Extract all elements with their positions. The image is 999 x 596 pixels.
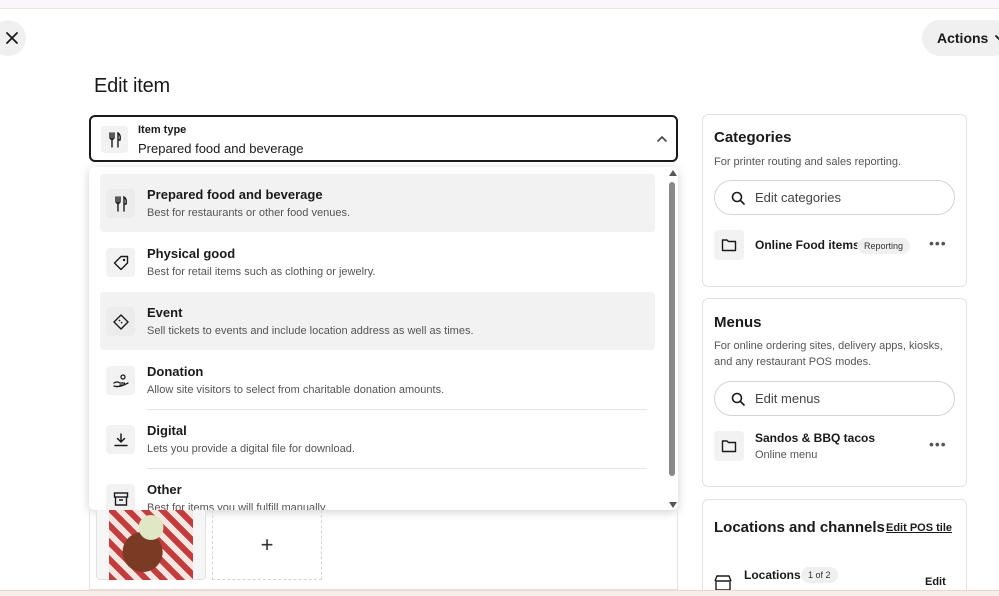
categories-subtitle: For printer routing and sales reporting. [714, 156, 902, 168]
scroll-up-arrow-icon[interactable] [669, 170, 677, 176]
option-title: Other [147, 482, 182, 497]
locations-title: Locations and channels [714, 519, 885, 536]
folder-icon [714, 431, 744, 461]
menus-card: Menus For online ordering sites, deliver… [702, 298, 967, 487]
option-title: Donation [147, 364, 204, 379]
option-digital[interactable]: Digital Lets you provide a digital file … [100, 410, 655, 468]
actions-label: Actions [937, 30, 989, 46]
edit-locations-button[interactable]: Edit [925, 576, 946, 588]
categories-search[interactable] [714, 180, 955, 215]
tag-icon [106, 248, 135, 277]
option-description: Lets you provide a digital file for down… [147, 443, 355, 455]
media-section: + [89, 510, 678, 590]
edit-pos-tile-link[interactable]: Edit POS tile [886, 522, 952, 534]
option-title: Prepared food and beverage [147, 187, 323, 202]
fork-knife-icon [106, 189, 135, 218]
top-banner-strip [0, 0, 999, 9]
option-title: Event [147, 305, 183, 320]
category-name[interactable]: Online Food items [755, 238, 860, 252]
locations-count-badge: 1 of 2 [801, 567, 838, 583]
locations-card: Locations and channels Edit POS tile Loc… [702, 499, 967, 596]
item-type-value: Prepared food and beverage [138, 141, 304, 156]
reporting-badge: Reporting [857, 238, 911, 254]
option-title: Physical good [147, 246, 236, 261]
menus-search[interactable] [714, 381, 955, 416]
categories-search-input[interactable] [755, 190, 935, 205]
bottom-strip [0, 590, 999, 596]
menus-search-input[interactable] [755, 391, 935, 406]
actions-button[interactable]: Actions [922, 20, 999, 56]
menu-type: Online menu [755, 449, 818, 461]
item-image-thumbnail[interactable] [96, 510, 206, 580]
close-button[interactable] [0, 20, 26, 56]
menu-name[interactable]: Sandos & BBQ tacos [755, 431, 875, 445]
item-photo [109, 510, 193, 580]
plus-icon: + [260, 531, 274, 557]
categories-title: Categories [714, 129, 792, 146]
option-event[interactable]: Event Sell tickets to events and include… [100, 292, 655, 350]
ticket-icon [106, 307, 135, 336]
option-donation[interactable]: Donation Allow site visitors to select f… [100, 351, 655, 409]
more-options-icon[interactable]: ••• [929, 235, 947, 251]
close-icon [6, 32, 18, 44]
box-icon [106, 484, 135, 510]
option-description: Allow site visitors to select from chari… [147, 384, 445, 396]
option-description: Best for restaurants or other food venue… [147, 207, 351, 219]
locations-row-title: Locations [744, 568, 801, 582]
scroll-down-arrow-icon[interactable] [669, 502, 677, 508]
option-other[interactable]: Other Best for items you will fulfill ma… [100, 469, 655, 510]
menus-subtitle: For online ordering sites, delivery apps… [714, 340, 943, 368]
chevron-down-icon [995, 35, 999, 40]
scrollbar-thumb[interactable] [669, 182, 675, 476]
search-icon [731, 191, 745, 205]
option-description: Best for retail items such as clothing o… [147, 266, 376, 278]
hand-coin-icon [106, 366, 135, 395]
option-description: Best for items you will fulfill manually… [147, 502, 328, 510]
download-icon [106, 425, 135, 454]
option-physical-good[interactable]: Physical good Best for retail items such… [100, 233, 655, 291]
option-title: Digital [147, 423, 187, 438]
item-type-dropdown: Prepared food and beverage Best for rest… [89, 167, 678, 510]
folder-icon [714, 230, 744, 260]
dropdown-scrollbar[interactable] [668, 170, 678, 510]
add-image-button[interactable]: + [212, 510, 322, 580]
categories-card: Categories For printer routing and sales… [702, 114, 967, 287]
search-icon [731, 392, 745, 406]
fork-knife-icon [101, 126, 128, 153]
option-prepared-food[interactable]: Prepared food and beverage Best for rest… [100, 174, 655, 232]
item-type-select[interactable]: Item type Prepared food and beverage [89, 115, 678, 162]
item-type-label: Item type [138, 124, 187, 136]
chevron-up-icon [657, 135, 667, 142]
menus-title: Menus [714, 314, 762, 331]
more-options-icon[interactable]: ••• [929, 436, 947, 452]
option-description: Sell tickets to events and include locat… [147, 325, 474, 337]
page-title: Edit item [94, 75, 171, 97]
